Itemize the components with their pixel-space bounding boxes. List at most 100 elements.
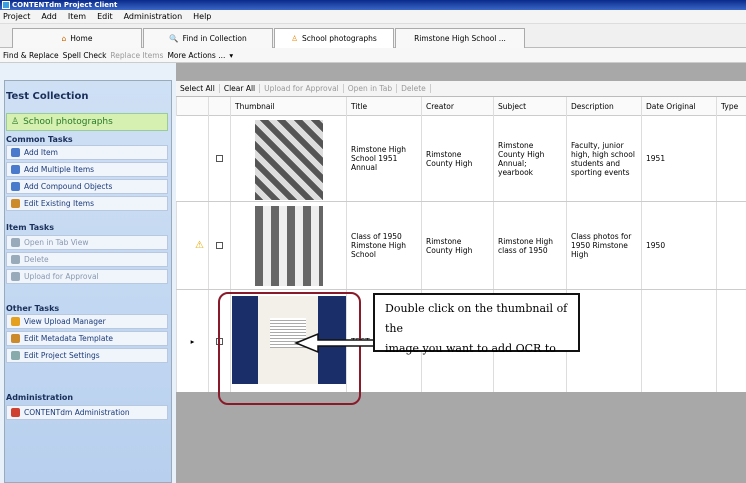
- view-upload-manager-link[interactable]: View Upload Manager: [6, 314, 168, 329]
- edit-project-settings-link[interactable]: Edit Project Settings: [6, 348, 168, 363]
- warning-icon: ⚠: [195, 240, 204, 251]
- menu-bar: Project Add Item Edit Administration Hel…: [0, 10, 746, 24]
- row-status-cell: ⚠: [176, 202, 208, 289]
- row-pointer-cell: ▸: [176, 290, 208, 392]
- collection-title: Test Collection: [6, 91, 89, 102]
- add-multiple-label: Add Multiple Items: [24, 165, 95, 174]
- thumbnail-image[interactable]: [255, 120, 323, 200]
- item-tasks-title: Item Tasks: [6, 223, 55, 232]
- highlight-box: [218, 292, 361, 405]
- edit-icon: [11, 199, 20, 208]
- delete-label: Delete: [24, 255, 49, 264]
- person-icon: ♙: [11, 117, 20, 127]
- upload-label: Upload for Approval: [24, 272, 99, 281]
- header-type[interactable]: Type: [716, 97, 746, 116]
- upload-approval-button[interactable]: Upload for Approval: [260, 84, 344, 93]
- row-checkbox[interactable]: [216, 155, 223, 162]
- metadata-icon: [11, 334, 20, 343]
- instruction-callout: Double click on the thumbnail of the ima…: [373, 293, 580, 355]
- select-all-button[interactable]: Select All: [176, 84, 220, 93]
- header-checkbox: [208, 97, 230, 116]
- compound-icon: [11, 182, 20, 191]
- header-creator[interactable]: Creator: [421, 97, 493, 116]
- common-tasks-title: Common Tasks: [6, 135, 73, 144]
- thumbnail-cell[interactable]: [230, 116, 346, 201]
- menu-help[interactable]: Help: [193, 12, 211, 21]
- find-replace-button[interactable]: Find & Replace: [3, 51, 59, 60]
- row-pointer-icon: ▸: [190, 336, 195, 346]
- current-item[interactable]: ♙ School photographs: [6, 113, 168, 131]
- tab-school-photographs[interactable]: ♙ School photographs: [274, 28, 394, 48]
- toolbar: Find & Replace Spell Check Replace Items…: [0, 48, 746, 63]
- upload-manager-label: View Upload Manager: [24, 317, 106, 326]
- grid-header: Thumbnail Title Creator Subject Descript…: [176, 97, 746, 116]
- cell-creator: Rimstone County High: [421, 116, 493, 201]
- header-thumbnail[interactable]: Thumbnail: [230, 97, 346, 116]
- open-in-tab-view-link[interactable]: Open in Tab View: [6, 235, 168, 250]
- menu-administration[interactable]: Administration: [124, 12, 183, 21]
- tab-school-label: School photographs: [301, 34, 377, 43]
- person-icon: ♙: [291, 34, 298, 43]
- cell-date: 1951: [641, 116, 716, 201]
- header-description[interactable]: Description: [566, 97, 641, 116]
- header-title[interactable]: Title: [346, 97, 421, 116]
- tab-home[interactable]: ⌂ Home: [12, 28, 142, 48]
- menu-add[interactable]: Add: [41, 12, 57, 21]
- delete-link[interactable]: Delete: [6, 252, 168, 267]
- cell-subject: Rimstone High class of 1950: [493, 202, 566, 289]
- upload-manager-icon: [11, 317, 20, 326]
- row-checkbox-cell: [208, 116, 230, 201]
- add-compound-objects-link[interactable]: Add Compound Objects: [6, 179, 168, 194]
- spell-check-button[interactable]: Spell Check: [63, 51, 107, 60]
- chevron-down-icon: ▾: [229, 50, 234, 60]
- tab-find-in-collection[interactable]: 🔍 Find in Collection: [143, 28, 273, 48]
- tab-bar: ⌂ Home 🔍 Find in Collection ♙ School pho…: [0, 24, 746, 48]
- settings-label: Edit Project Settings: [24, 351, 100, 360]
- edit-existing-items-link[interactable]: Edit Existing Items: [6, 196, 168, 211]
- tab-rimstone-label: Rimstone High School ...: [414, 34, 506, 43]
- row-checkbox[interactable]: [216, 242, 223, 249]
- cell-subject: Rimstone County High Annual; yearbook: [493, 116, 566, 201]
- thumbnail-cell[interactable]: [230, 202, 346, 289]
- callout-line-1: Double click on the thumbnail of the: [385, 302, 568, 335]
- metadata-label: Edit Metadata Template: [24, 334, 114, 343]
- cell-description: Faculty, junior high, high school studen…: [566, 116, 641, 201]
- delete-icon: [11, 255, 20, 264]
- edit-existing-label: Edit Existing Items: [24, 199, 94, 208]
- delete-button[interactable]: Delete: [397, 84, 431, 93]
- administration-title: Administration: [6, 393, 74, 402]
- cell-type: [716, 116, 746, 201]
- edit-metadata-template-link[interactable]: Edit Metadata Template: [6, 331, 168, 346]
- upload-for-approval-link[interactable]: Upload for Approval: [6, 269, 168, 284]
- cell-date: 1950: [641, 202, 716, 289]
- table-row[interactable]: Rimstone High School 1951 Annual Rimston…: [176, 116, 746, 202]
- tab-rimstone-high[interactable]: Rimstone High School ...: [395, 28, 525, 48]
- window-title: CONTENTdm Project Client: [12, 1, 118, 9]
- header-date-original[interactable]: Date Original: [641, 97, 716, 116]
- row-checkbox-cell: [208, 202, 230, 289]
- main-area: Select All Clear All Upload for Approval…: [176, 63, 746, 483]
- add-item-link[interactable]: Add Item: [6, 145, 168, 160]
- action-bar: Select All Clear All Upload for Approval…: [176, 81, 746, 97]
- current-item-label: School photographs: [23, 117, 113, 127]
- tab-icon: [11, 238, 20, 247]
- menu-edit[interactable]: Edit: [97, 12, 113, 21]
- open-tab-label: Open in Tab View: [24, 238, 89, 247]
- admin-icon: [11, 408, 20, 417]
- table-row[interactable]: ⚠ Class of 1950 Rimstone High School Rim…: [176, 202, 746, 290]
- more-actions-button[interactable]: More Actions ...: [167, 51, 225, 60]
- thumbnail-image[interactable]: [255, 206, 323, 286]
- menu-project[interactable]: Project: [3, 12, 30, 21]
- home-icon: ⌂: [61, 34, 67, 43]
- replace-items-button[interactable]: Replace Items: [110, 51, 163, 60]
- add-item-label: Add Item: [24, 148, 58, 157]
- title-bar: CONTENTdm Project Client: [0, 0, 746, 10]
- add-multiple-items-link[interactable]: Add Multiple Items: [6, 162, 168, 177]
- cell-type: [716, 202, 746, 289]
- tab-find-label: Find in Collection: [182, 34, 247, 43]
- clear-all-button[interactable]: Clear All: [220, 84, 261, 93]
- menu-item[interactable]: Item: [68, 12, 86, 21]
- open-in-tab-button[interactable]: Open in Tab: [344, 84, 398, 93]
- contentdm-administration-link[interactable]: CONTENTdm Administration: [6, 405, 168, 420]
- header-subject[interactable]: Subject: [493, 97, 566, 116]
